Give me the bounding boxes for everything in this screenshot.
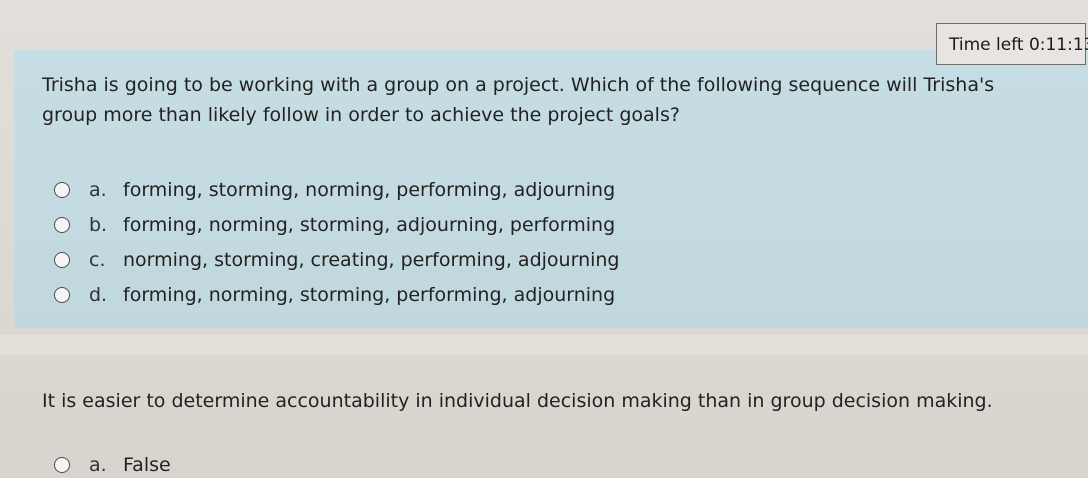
radio-button-d[interactable] (54, 286, 70, 303)
option-c[interactable]: c. norming, storming, creating, performi… (54, 242, 620, 277)
option-letter: c. (89, 248, 106, 271)
option-a[interactable]: a. False (54, 447, 171, 478)
question-1-options: a. forming, storming, norming, performin… (54, 172, 620, 312)
option-letter: b. (89, 213, 108, 236)
question-1-card: Trisha is going to be working with a gro… (14, 50, 1088, 328)
option-label: norming, storming, creating, performing,… (123, 248, 620, 271)
option-label: False (123, 453, 171, 476)
question-2-options: a. False (54, 447, 171, 478)
question-1-text: Trisha is going to be working with a gro… (42, 74, 995, 126)
option-b[interactable]: b. forming, norming, storming, adjournin… (54, 207, 620, 242)
option-letter: a. (89, 178, 107, 201)
radio-button-b[interactable] (54, 216, 70, 233)
option-label: forming, storming, norming, performing, … (123, 178, 616, 201)
radio-button-a[interactable] (54, 181, 70, 198)
option-label: forming, norming, storming, adjourning, … (123, 213, 616, 236)
quiz-page: Trisha is going to be working with a gro… (0, 0, 1088, 478)
radio-button-a[interactable] (54, 456, 70, 473)
option-label: forming, norming, storming, performing, … (123, 283, 616, 306)
option-a[interactable]: a. forming, storming, norming, performin… (54, 172, 620, 207)
option-letter: a. (89, 453, 107, 476)
option-letter: d. (89, 283, 108, 306)
option-d[interactable]: d. forming, norming, storming, performin… (54, 277, 620, 312)
question-2-text: It is easier to determine accountability… (42, 390, 993, 412)
time-left-timer: Time left 0:11:13 (936, 23, 1088, 65)
radio-button-c[interactable] (54, 251, 70, 268)
question-divider (0, 335, 1088, 355)
